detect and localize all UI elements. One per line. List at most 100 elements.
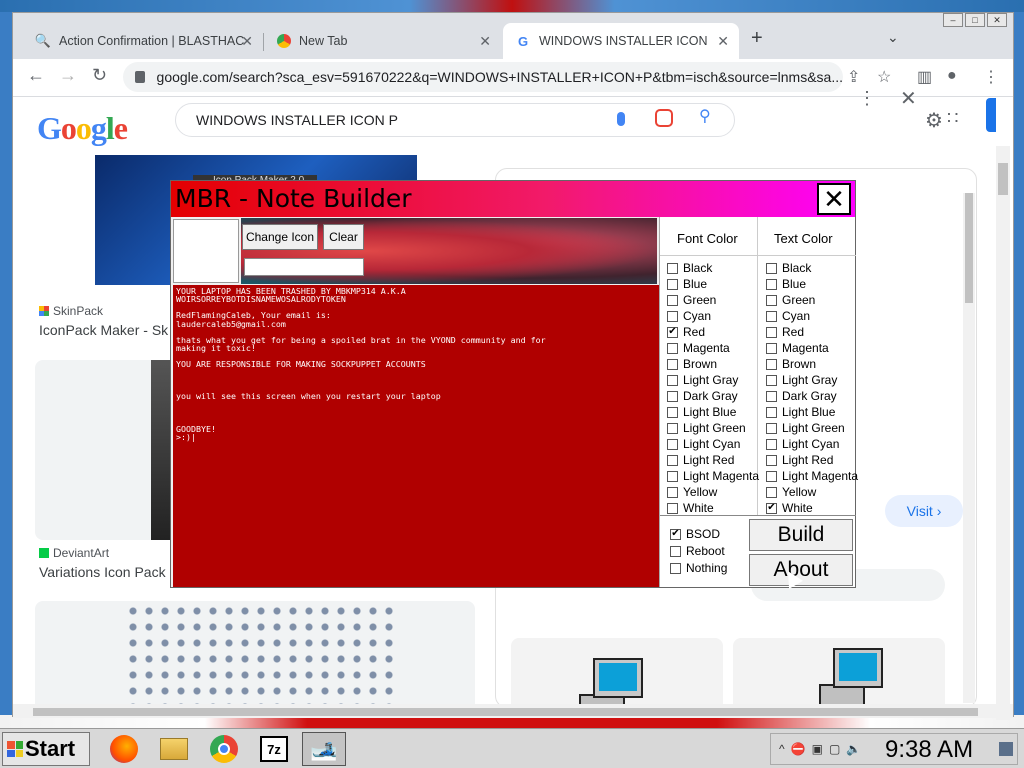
text-color-white[interactable]: ✔ White bbox=[766, 501, 813, 515]
text-color-light-magenta[interactable]: Light Magenta bbox=[766, 469, 858, 483]
new-tab-icon[interactable]: + bbox=[751, 27, 763, 50]
option-reboot[interactable]: Reboot bbox=[670, 544, 725, 558]
google-lens-icon[interactable] bbox=[655, 109, 673, 127]
font-color-green[interactable]: Green bbox=[667, 293, 716, 307]
checkbox[interactable] bbox=[766, 294, 777, 306]
font-color-light-gray[interactable]: Light Gray bbox=[667, 373, 738, 387]
font-color-light-cyan[interactable]: Light Cyan bbox=[667, 437, 740, 451]
result-title[interactable]: IconPack Maker - Sk bbox=[39, 322, 168, 338]
checkbox[interactable] bbox=[667, 262, 678, 274]
microphone-icon[interactable] bbox=[617, 112, 625, 126]
close-tab-icon[interactable]: ✕ bbox=[241, 33, 253, 50]
tab-new-tab[interactable]: New Tab ✕ bbox=[265, 23, 501, 59]
forward-arrow-icon[interactable]: → bbox=[59, 65, 77, 86]
checkbox[interactable] bbox=[766, 326, 777, 338]
font-color-black[interactable]: Black bbox=[667, 261, 712, 275]
text-color-dark-gray[interactable]: Dark Gray bbox=[766, 389, 837, 403]
gear-icon[interactable]: ⚙ bbox=[925, 108, 943, 133]
option-nothing[interactable]: Nothing bbox=[670, 561, 727, 575]
font-color-red[interactable]: ✔ Red bbox=[667, 325, 705, 339]
checkbox[interactable] bbox=[667, 390, 678, 402]
font-color-light-magenta[interactable]: Light Magenta bbox=[667, 469, 759, 483]
text-color-yellow[interactable]: Yellow bbox=[766, 485, 816, 499]
side-panel-icon[interactable]: ▥ bbox=[917, 67, 932, 87]
network-icon[interactable]: ▣ bbox=[812, 742, 823, 756]
text-color-black[interactable]: Black bbox=[766, 261, 811, 275]
show-desktop-icon[interactable] bbox=[999, 742, 1013, 756]
checkbox[interactable] bbox=[766, 486, 777, 498]
checkbox[interactable]: ✔ bbox=[766, 502, 777, 514]
checkbox[interactable] bbox=[667, 358, 678, 370]
checkbox[interactable] bbox=[667, 406, 678, 418]
checkbox[interactable] bbox=[766, 278, 777, 290]
profile-avatar-icon[interactable]: ● bbox=[947, 67, 957, 85]
checkbox[interactable] bbox=[766, 422, 777, 434]
font-color-magenta[interactable]: Magenta bbox=[667, 341, 730, 355]
text-color-light-blue[interactable]: Light Blue bbox=[766, 405, 835, 419]
tab-google-images[interactable]: G WINDOWS INSTALLER ICON P - ✕ bbox=[503, 23, 739, 59]
checkbox[interactable] bbox=[667, 502, 678, 514]
checkbox[interactable] bbox=[670, 562, 681, 574]
page-scrollbar[interactable] bbox=[996, 146, 1010, 720]
close-preview-icon[interactable]: ✕ bbox=[900, 86, 917, 111]
firefox-icon[interactable] bbox=[106, 732, 142, 766]
display-icon[interactable]: ▢ bbox=[829, 742, 840, 756]
apps-grid-icon[interactable]: ∷ bbox=[947, 108, 958, 129]
more-options-icon[interactable]: ⋮ bbox=[858, 88, 876, 109]
mbr-builder-icon[interactable]: 🎿 bbox=[302, 732, 346, 766]
back-arrow-icon[interactable]: ← bbox=[27, 65, 45, 86]
share-icon[interactable]: ⇪ bbox=[847, 67, 860, 87]
volume-icon[interactable]: 🔈 bbox=[846, 742, 861, 756]
7zip-icon[interactable]: 7z bbox=[256, 732, 292, 766]
address-bar[interactable]: google.com/search?sca_esv=591670222&q=WI… bbox=[123, 62, 843, 92]
checkbox[interactable]: ✔ bbox=[670, 528, 681, 540]
checkbox[interactable] bbox=[766, 406, 777, 418]
change-icon-button[interactable]: Change Icon bbox=[242, 224, 318, 250]
text-color-blue[interactable]: Blue bbox=[766, 277, 806, 291]
checkbox[interactable] bbox=[766, 310, 777, 322]
text-color-green[interactable]: Green bbox=[766, 293, 815, 307]
sign-in-button[interactable] bbox=[986, 98, 996, 132]
checkbox[interactable] bbox=[766, 262, 777, 274]
text-color-brown[interactable]: Brown bbox=[766, 357, 816, 371]
horizontal-scrollbar-thumb[interactable] bbox=[33, 708, 978, 716]
clock[interactable]: 9:38 AM bbox=[885, 736, 973, 764]
checkbox[interactable] bbox=[667, 342, 678, 354]
note-textarea[interactable]: YOUR LAPTOP HAS BEEN TRASHED BY MBKMP314… bbox=[173, 285, 659, 587]
text-color-light-red[interactable]: Light Red bbox=[766, 453, 833, 467]
checkbox[interactable] bbox=[667, 454, 678, 466]
close-tab-icon[interactable]: ✕ bbox=[717, 33, 729, 50]
checkbox[interactable] bbox=[667, 310, 678, 322]
font-color-light-red[interactable]: Light Red bbox=[667, 453, 734, 467]
security-icon[interactable]: ⛔ bbox=[791, 742, 806, 756]
checkbox[interactable] bbox=[766, 342, 777, 354]
minimize-icon[interactable]: – bbox=[943, 13, 963, 27]
checkbox[interactable] bbox=[667, 486, 678, 498]
checkbox[interactable] bbox=[766, 454, 777, 466]
font-color-blue[interactable]: Blue bbox=[667, 277, 707, 291]
font-color-light-green[interactable]: Light Green bbox=[667, 421, 746, 435]
file-explorer-icon[interactable] bbox=[156, 732, 192, 766]
checkbox[interactable] bbox=[766, 374, 777, 386]
page-scrollbar-thumb[interactable] bbox=[998, 163, 1008, 195]
checkbox[interactable] bbox=[667, 278, 678, 290]
text-color-light-cyan[interactable]: Light Cyan bbox=[766, 437, 839, 451]
text-color-light-gray[interactable]: Light Gray bbox=[766, 373, 837, 387]
text-color-cyan[interactable]: Cyan bbox=[766, 309, 810, 323]
visit-button[interactable]: Visit › bbox=[885, 495, 963, 527]
result-thumbnail[interactable] bbox=[125, 603, 395, 704]
google-logo[interactable]: Google bbox=[37, 110, 128, 147]
checkbox[interactable] bbox=[766, 358, 777, 370]
start-button[interactable]: Start bbox=[2, 732, 90, 766]
menu-kebab-icon[interactable]: ⋮ bbox=[983, 67, 999, 87]
bookmark-star-icon[interactable]: ☆ bbox=[877, 67, 891, 87]
result-title[interactable]: Variations Icon Pack bbox=[39, 564, 166, 580]
chrome-icon[interactable] bbox=[206, 732, 242, 766]
font-color-brown[interactable]: Brown bbox=[667, 357, 717, 371]
build-button[interactable]: Build bbox=[749, 519, 853, 551]
checkbox[interactable] bbox=[667, 438, 678, 450]
show-hidden-icon[interactable]: ^ bbox=[779, 742, 785, 756]
close-tab-icon[interactable]: ✕ bbox=[479, 33, 491, 50]
tab-blasthack[interactable]: 🔍 Action Confirmation | BLASTHAC ✕ bbox=[23, 23, 263, 59]
checkbox[interactable] bbox=[667, 422, 678, 434]
